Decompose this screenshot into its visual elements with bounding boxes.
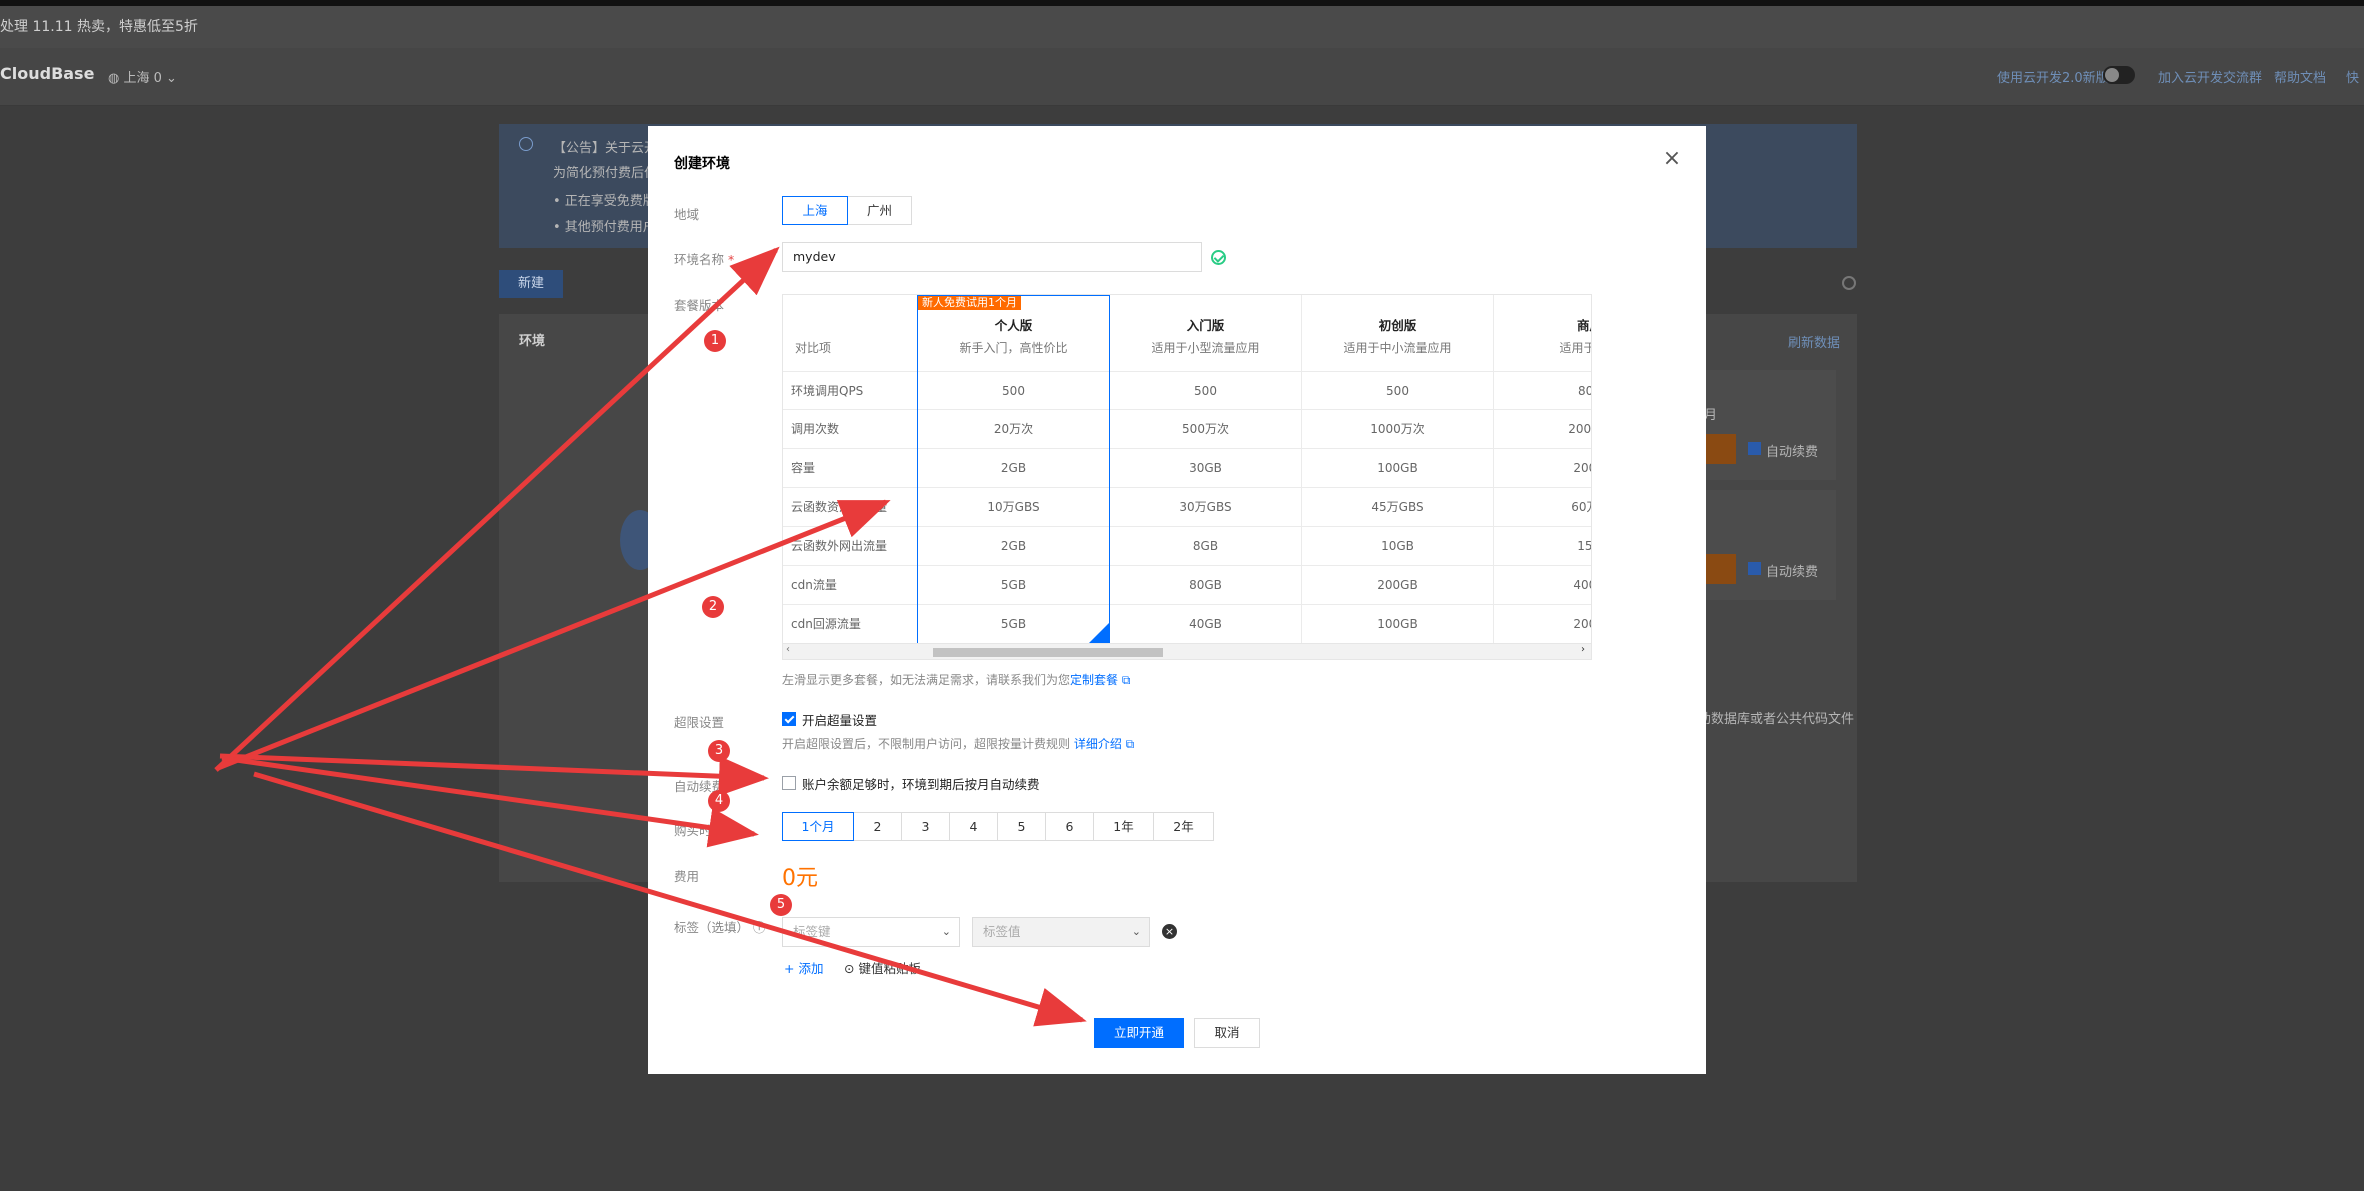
annotation-arrows	[214, 246, 1087, 1027]
annotation-marker-3: 3	[708, 740, 730, 762]
arrow-line	[221, 755, 759, 848]
annotation-marker-5: 5	[770, 894, 792, 916]
arrow-line	[214, 246, 780, 772]
arrow-line	[253, 771, 1087, 1027]
annotation-marker-1: 1	[704, 330, 726, 352]
annotation-marker-2: 2	[702, 596, 724, 618]
arrow-line	[217, 499, 891, 771]
annotation-marker-4: 4	[708, 790, 730, 812]
